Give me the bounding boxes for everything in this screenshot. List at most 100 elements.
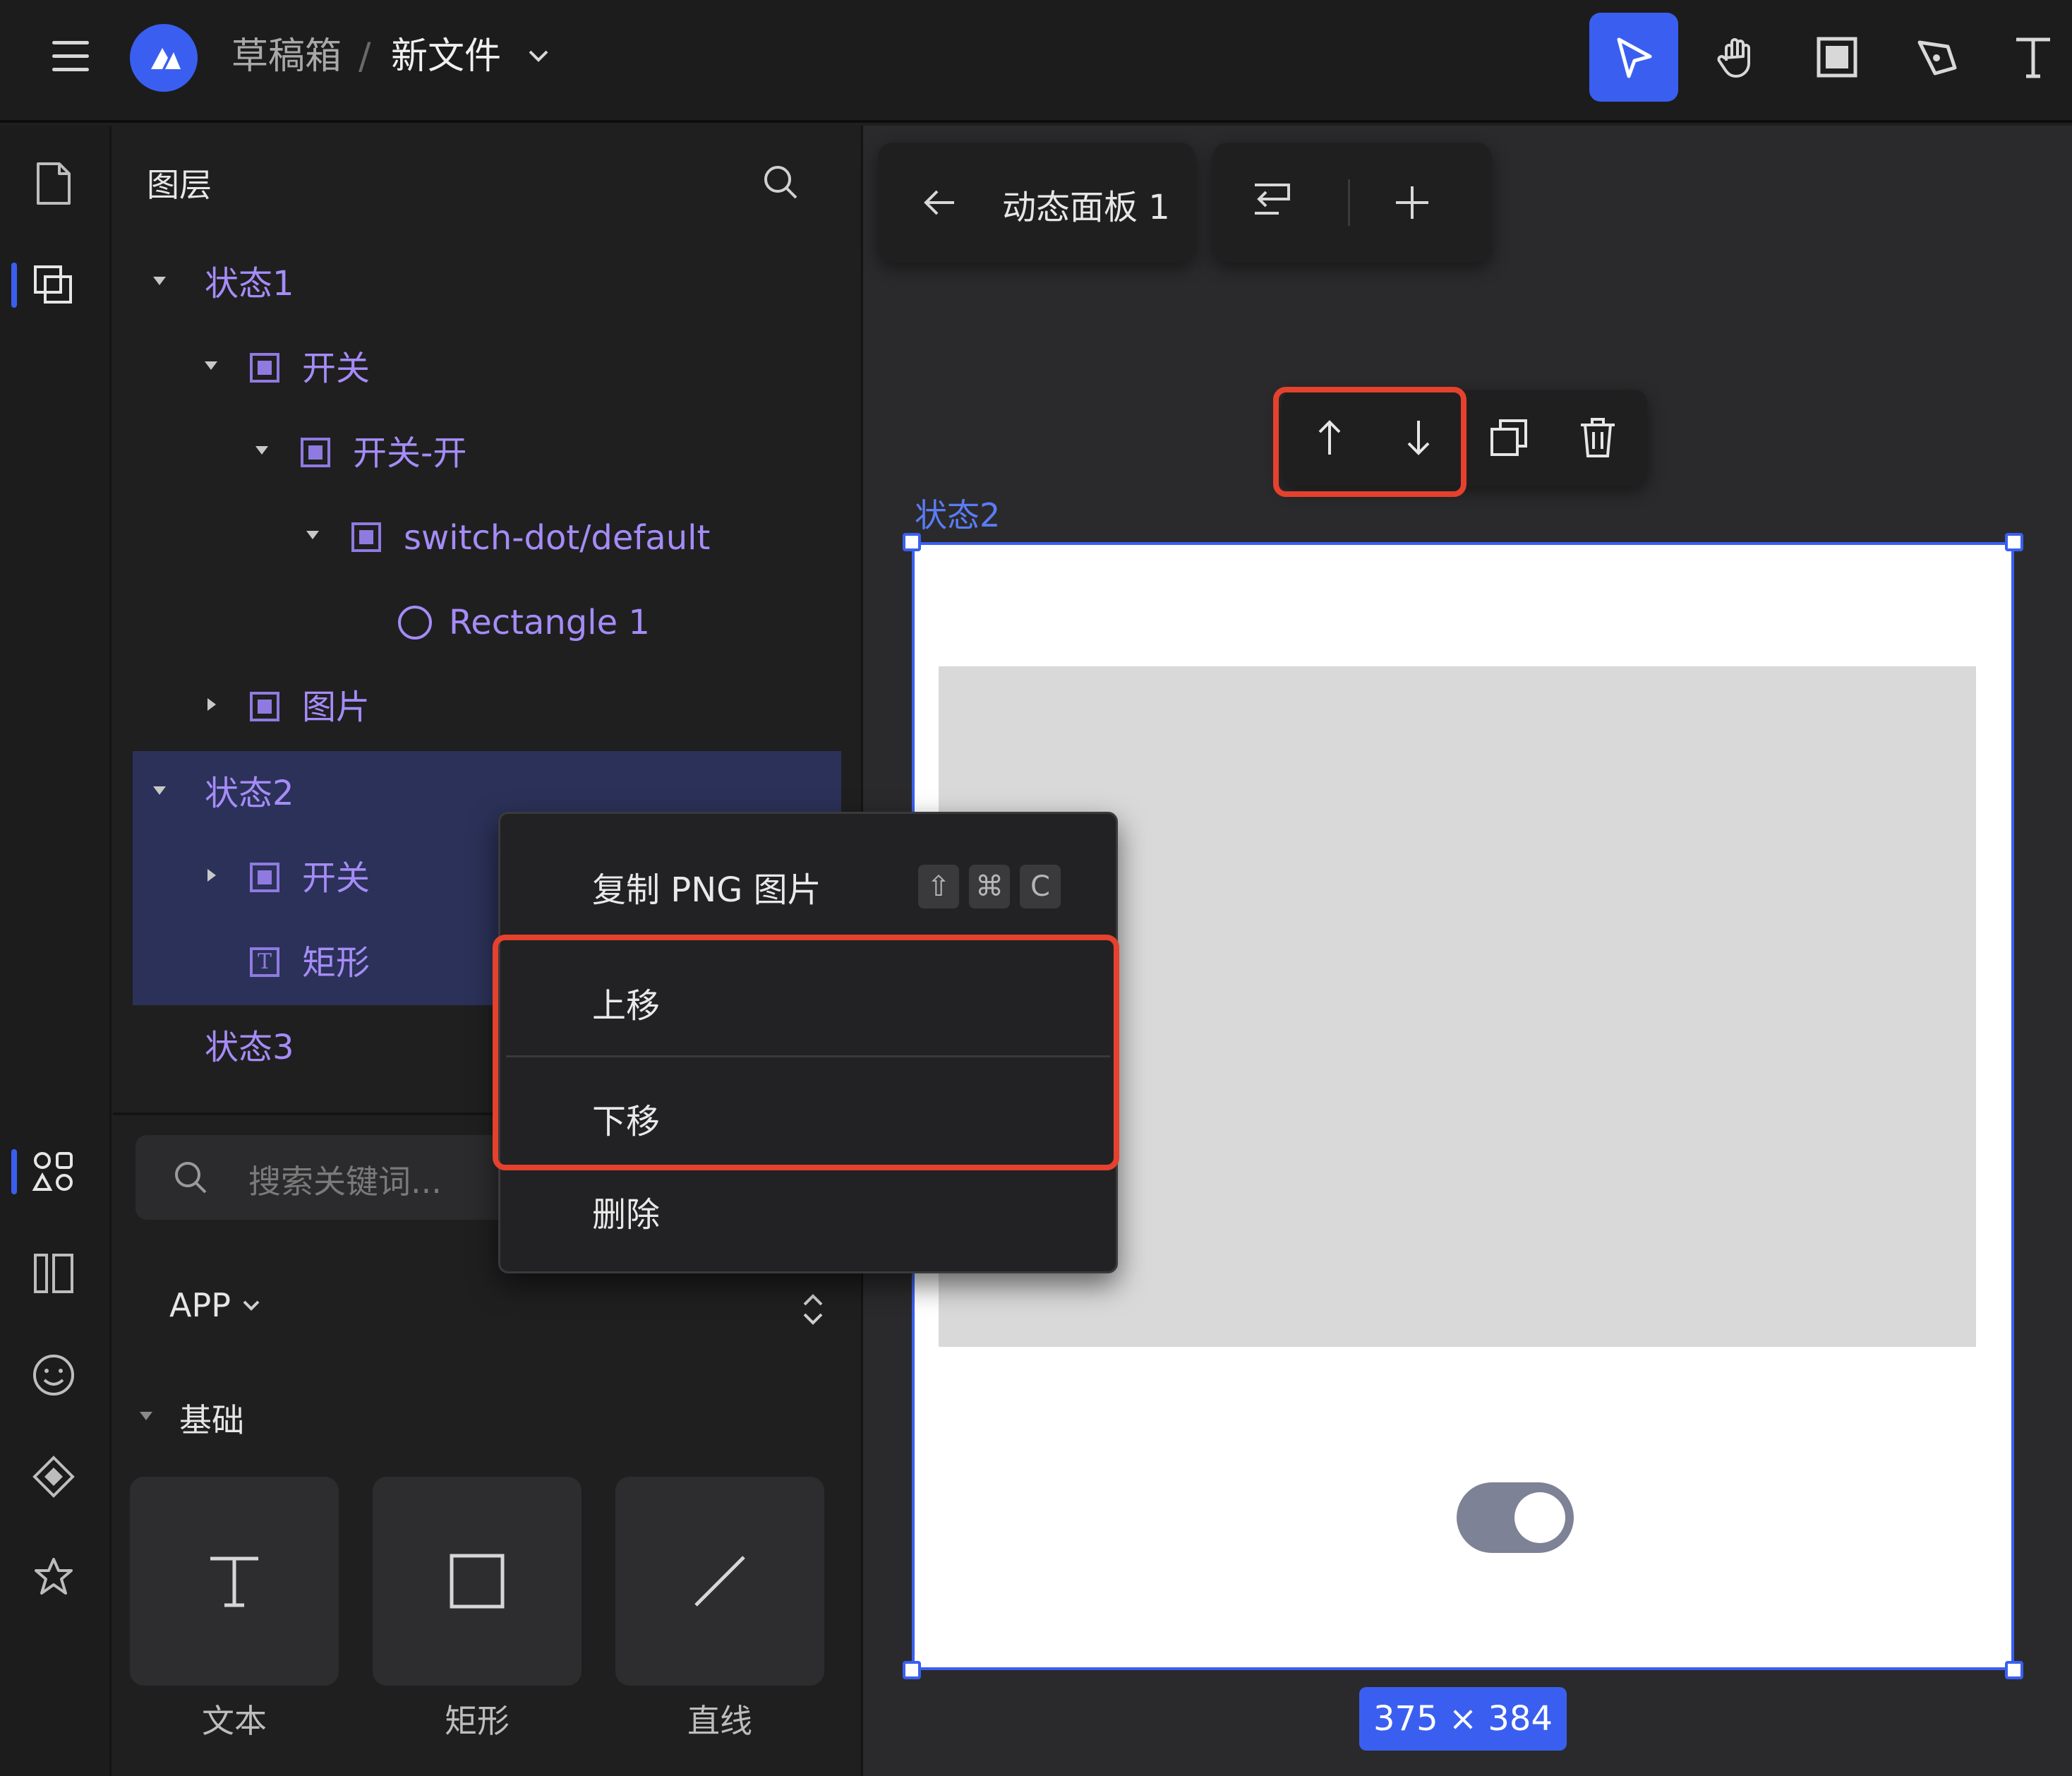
rectangle-icon (450, 1554, 505, 1609)
layer-label: 状态3 (205, 1028, 294, 1067)
file-dropdown-chevron-icon[interactable] (526, 44, 550, 71)
collapse-arrow-icon[interactable] (153, 786, 166, 795)
chevron-down-icon (243, 1300, 260, 1311)
master-component-icon[interactable] (27, 1450, 80, 1504)
resize-handle-top-left[interactable] (903, 533, 921, 551)
pointer-icon (1617, 37, 1652, 78)
dynamic-panel-header: 动态面板 1 (878, 143, 1195, 263)
left-icon-rail (0, 126, 112, 1776)
trash-icon[interactable] (1578, 416, 1618, 459)
pen-icon (1917, 40, 1957, 76)
collapse-arrow-icon[interactable] (205, 361, 217, 370)
plugin-icon[interactable] (27, 1552, 80, 1605)
switch-knob (1514, 1492, 1565, 1543)
collapse-arrow-icon[interactable] (153, 277, 166, 285)
layout-icon[interactable] (27, 1247, 80, 1300)
collapse-arrow-icon[interactable] (255, 446, 268, 455)
layers-panel-title: 图层 (147, 166, 212, 204)
breadcrumb-separator: / (359, 35, 371, 78)
layer-row-state1[interactable]: 状态1 (133, 241, 841, 326)
menu-item-copy-png[interactable]: 复制 PNG 图片 ⇧ ⌘ C (500, 842, 1116, 931)
layer-label: switch-dot/default (404, 518, 711, 558)
move-menu-highlight (493, 935, 1119, 1170)
component-tile-text[interactable] (130, 1477, 339, 1686)
dynamic-panel-actions (1212, 143, 1492, 263)
frame-layer-icon (250, 353, 279, 383)
hand-tool-button[interactable] (1692, 13, 1781, 102)
move-buttons-highlight (1273, 387, 1466, 497)
line-icon (694, 1556, 745, 1607)
resize-handle-bottom-left[interactable] (903, 1661, 921, 1679)
shortcut-c-key: C (1020, 865, 1061, 908)
layer-label: 开关 (302, 858, 371, 898)
layer-row-switch[interactable]: 开关 (133, 326, 841, 411)
frame-layer-icon (250, 863, 279, 892)
collapse-arrow-icon[interactable] (306, 531, 319, 539)
layer-label: 开关-开 (353, 433, 467, 473)
layer-label: 图片 (302, 688, 371, 727)
text-tool-button[interactable] (1994, 13, 2072, 102)
menu-icon[interactable] (52, 41, 89, 72)
library-dropdown[interactable]: APP (169, 1286, 262, 1324)
duplicate-icon[interactable] (1489, 418, 1529, 457)
tile-label-rectangle: 矩形 (445, 1702, 510, 1740)
app-logo[interactable] (130, 24, 198, 92)
section-title: 基础 (179, 1401, 244, 1439)
section-collapse-arrow-icon[interactable] (140, 1412, 152, 1420)
menu-item-label: 复制 PNG 图片 (592, 870, 821, 910)
rail-active-indicator (11, 263, 17, 308)
breadcrumb-folder[interactable]: 草稿箱 (231, 34, 342, 79)
expand-arrow-icon[interactable] (207, 869, 216, 882)
library-label: APP (169, 1286, 231, 1324)
emoji-icon[interactable] (27, 1348, 80, 1402)
layers-search-icon[interactable] (762, 164, 799, 203)
menu-item-label: 删除 (592, 1195, 661, 1235)
layer-label: 状态2 (205, 774, 294, 813)
text-layer-icon: T (250, 947, 279, 977)
shortcut-shift-key: ⇧ (918, 865, 959, 908)
layer-row-switch-dot[interactable]: switch-dot/default (133, 496, 841, 580)
search-icon (175, 1162, 207, 1194)
layer-label: 矩形 (302, 943, 371, 983)
layer-label: 开关 (302, 349, 371, 388)
frame-tool-button[interactable] (1793, 13, 1881, 102)
layer-label: Rectangle 1 (449, 603, 650, 642)
component-tile-line[interactable] (615, 1477, 824, 1686)
top-toolbar: 草稿箱 / 新文件 (0, 0, 2072, 123)
toolbar-divider (1348, 179, 1350, 226)
dynamic-panel-title: 动态面板 1 (1002, 188, 1170, 227)
back-arrow-icon[interactable] (922, 186, 957, 219)
layer-label: 状态1 (205, 264, 294, 304)
switch-toggle[interactable] (1457, 1482, 1574, 1553)
frame-layer-icon (351, 522, 381, 552)
resize-handle-bottom-right[interactable] (2005, 1661, 2023, 1679)
ellipse-layer-icon (398, 606, 432, 640)
pages-icon[interactable] (27, 157, 80, 210)
pen-tool-button[interactable] (1893, 13, 1982, 102)
tile-label-line: 直线 (687, 1702, 752, 1740)
select-tool-button[interactable] (1589, 13, 1678, 102)
layer-row-image[interactable]: 图片 (133, 665, 841, 750)
rail-active-indicator-2 (11, 1149, 17, 1194)
artboard-state-label[interactable]: 状态2 (915, 490, 1000, 536)
tile-label-text: 文本 (202, 1702, 267, 1740)
frame-layer-icon (250, 692, 279, 721)
menu-item-delete[interactable]: 删除 (500, 1174, 1116, 1252)
resize-handle-top-right[interactable] (2005, 533, 2023, 551)
search-placeholder: 搜索关键词... (248, 1163, 442, 1201)
breadcrumb-file[interactable]: 新文件 (391, 34, 501, 79)
layers-icon[interactable] (27, 258, 80, 312)
switch-state-icon[interactable] (1251, 179, 1293, 224)
shortcut-cmd-key: ⌘ (969, 865, 1010, 908)
frame-icon (1817, 37, 1857, 78)
component-tile-rectangle[interactable] (373, 1477, 582, 1686)
add-state-icon[interactable] (1393, 184, 1431, 222)
text-icon (210, 1556, 258, 1607)
sort-updown-icon[interactable] (800, 1292, 826, 1330)
layer-row-rectangle1[interactable]: Rectangle 1 (133, 580, 841, 665)
components-icon[interactable] (27, 1145, 80, 1199)
layer-row-switch-on[interactable]: 开关-开 (133, 411, 841, 496)
expand-arrow-icon[interactable] (207, 698, 216, 711)
frame-layer-icon (301, 438, 330, 467)
size-badge: 375 × 384 (1359, 1687, 1567, 1751)
